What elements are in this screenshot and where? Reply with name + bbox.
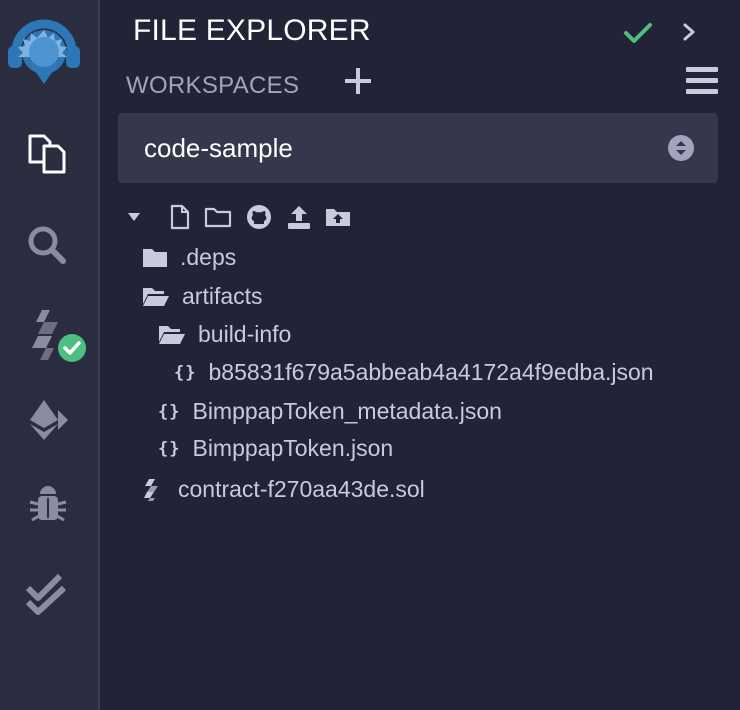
json-file-icon: {} [174,362,197,383]
tree-item-build-info-folder[interactable]: build-info [158,321,291,348]
tree-item-metadata-json[interactable]: {} BimppapToken_metadata.json [158,398,502,425]
file-explorer-panel: FILE EXPLORER WORKSPACES code-sample .de… [100,0,740,710]
folder-icon [142,247,168,269]
github-icon[interactable] [246,204,272,230]
tree-item-label: .deps [180,244,237,270]
testing-icon[interactable] [24,574,70,616]
check-icon [623,18,653,48]
new-file-icon[interactable] [170,204,190,230]
tree-item-build-info-json[interactable]: {} b85831f679a5abbeab4a4172a4f9edba.json [174,359,654,386]
tree-item-token-json[interactable]: {} BimppapToken.json [158,435,393,462]
solidity-file-icon [142,478,160,502]
workspaces-label: WORKSPACES [126,72,300,99]
icon-sidebar [0,0,100,710]
add-workspace-icon[interactable] [343,66,373,96]
file-explorer-icon[interactable] [26,132,68,176]
tree-item-label: artifacts [182,283,263,309]
tree-item-label: BimppapToken_metadata.json [192,398,502,424]
folder-open-icon [158,324,186,346]
json-file-icon: {} [158,438,181,459]
search-icon[interactable] [26,224,68,266]
ethereum-deploy-icon[interactable] [26,398,70,442]
json-file-icon: {} [158,401,181,422]
select-arrows-icon [668,135,694,161]
new-folder-icon[interactable] [204,206,232,228]
page-title: FILE EXPLORER [133,14,371,47]
tree-item-label: b85831f679a5abbeab4a4172a4f9edba.json [208,359,654,385]
tree-item-contract-sol[interactable]: contract-f270aa43de.sol [142,476,425,503]
debugger-icon[interactable] [28,484,68,526]
remix-logo-icon[interactable] [6,12,82,88]
workspace-menu-icon[interactable] [686,66,718,96]
tree-item-label: contract-f270aa43de.sol [178,476,425,502]
chevron-right-icon[interactable] [678,18,700,46]
tree-item-label: BimppapToken.json [192,435,394,461]
workspace-select-value: code-sample [144,133,293,163]
caret-down-icon[interactable] [126,210,142,224]
upload-folder-icon[interactable] [324,206,352,228]
folder-open-icon [142,286,170,308]
solidity-compiler-icon[interactable] [24,306,90,366]
workspace-select[interactable]: code-sample [118,113,718,183]
upload-file-icon[interactable] [286,204,312,230]
tree-item-label: build-info [198,321,292,347]
tree-item-artifacts-folder[interactable]: artifacts [142,283,263,310]
tree-item-deps-folder[interactable]: .deps [142,244,236,271]
